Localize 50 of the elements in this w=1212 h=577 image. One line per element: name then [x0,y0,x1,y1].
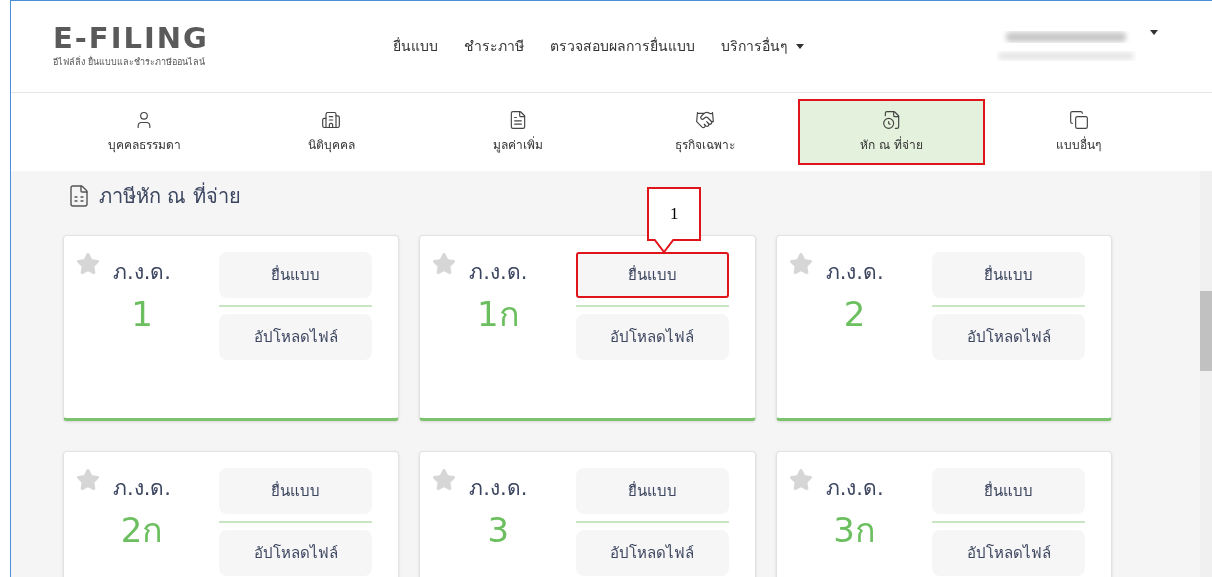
document-clock-icon [881,110,902,130]
category-tab[interactable]: ธุรกิจเฉพาะ [611,99,799,165]
form-name: ภ.ง.ด. [469,478,528,499]
copies-icon [1068,110,1089,130]
star-icon[interactable] [788,468,813,492]
logo-title[interactable]: E-FILING [53,23,353,53]
star-icon[interactable] [432,252,457,276]
form-number: 3 [487,513,510,547]
upload-file-button[interactable]: อัปโหลดไฟล์ [219,530,373,576]
form-name: ภ.ง.ด. [113,478,171,499]
nav-link[interactable]: บริการอื่นๆ [721,36,804,57]
form-number: 2 [843,297,866,331]
category-tab[interactable]: นิติบุคคล [237,99,425,165]
upload-file-button[interactable]: อัปโหลดไฟล์ [932,314,1085,360]
form-name: ภ.ง.ด. [113,262,171,283]
form-number: 3ก [833,513,876,547]
nav-link[interactable]: ชำระภาษี [464,36,524,57]
file-return-button[interactable]: ยื่นแบบ [575,252,729,298]
file-return-button[interactable]: ยื่นแบบ [219,468,373,514]
section-title: ภาษีหัก ณ ที่จ่าย [99,181,241,210]
star-icon[interactable] [76,252,100,276]
form-name: ภ.ง.ด. [469,262,528,283]
handshake-icon [694,110,715,130]
form-name: ภ.ง.ด. [825,262,884,283]
form-name: ภ.ง.ด. [825,478,884,499]
callout-pointer-icon [653,239,676,253]
form-number: 2ก [120,513,164,547]
logo-subtitle: อีไฟล์ลิ่ง ยื่นแบบและชำระภาษีออนไลน์ [53,55,206,69]
form-number: 1ก [477,297,520,331]
building-icon [321,110,342,130]
category-tab[interactable]: บุคคลธรรมดา [51,99,238,165]
nav-link[interactable]: ตรวจสอบผลการยื่นแบบ [550,36,695,57]
file-return-button[interactable]: ยื่นแบบ [219,252,373,298]
upload-file-button[interactable]: อัปโหลดไฟล์ [575,530,729,576]
upload-file-button[interactable]: อัปโหลดไฟล์ [932,530,1085,576]
file-return-button[interactable]: ยื่นแบบ [575,468,729,514]
upload-file-button[interactable]: อัปโหลดไฟล์ [575,314,729,360]
nav-link[interactable]: ยื่นแบบ [393,36,438,57]
file-return-button[interactable]: ยื่นแบบ [932,468,1085,514]
tax-document-icon [67,184,91,208]
scrollbar[interactable] [1200,171,1212,577]
form-number: 1 [131,297,153,331]
category-tab[interactable]: มูลค่าเพิ่ม [424,99,612,165]
star-icon[interactable] [788,252,813,276]
star-icon[interactable] [432,468,457,492]
star-icon[interactable] [76,468,100,492]
file-return-button[interactable]: ยื่นแบบ [932,252,1085,298]
category-tab[interactable]: แบบอื่นๆ [985,99,1173,165]
upload-file-button[interactable]: อัปโหลดไฟล์ [219,314,373,360]
category-tab[interactable]: หัก ณ ที่จ่าย [798,99,986,165]
